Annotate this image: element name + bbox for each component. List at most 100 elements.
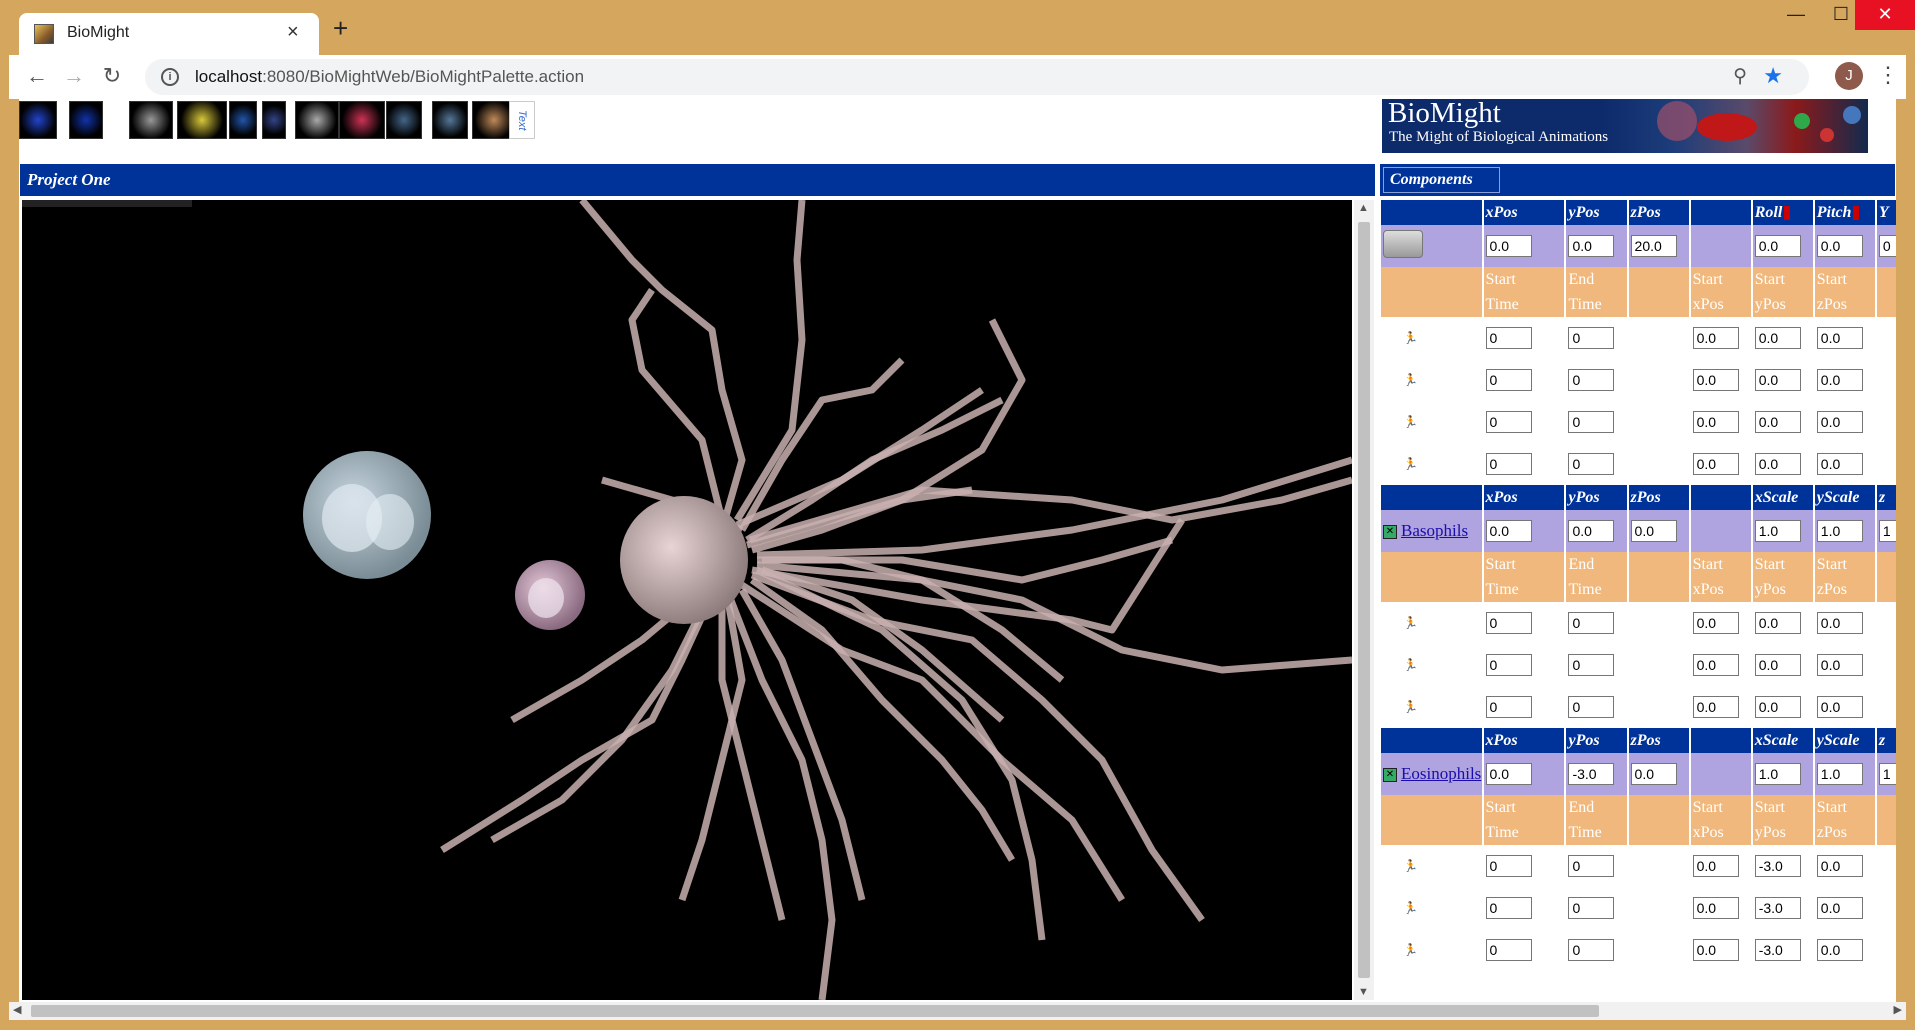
value-input[interactable] bbox=[1485, 235, 1532, 257]
start-ypos-input[interactable] bbox=[1754, 612, 1801, 634]
palette-tissue-icon[interactable] bbox=[386, 101, 422, 139]
scrollbar-thumb[interactable] bbox=[1358, 222, 1370, 978]
tab-close-icon[interactable]: × bbox=[287, 21, 299, 44]
palette-column-icon[interactable] bbox=[262, 101, 286, 139]
value-input[interactable] bbox=[1568, 520, 1615, 542]
start-time-input[interactable] bbox=[1485, 897, 1532, 919]
end-time-input[interactable] bbox=[1568, 327, 1615, 349]
start-xpos-input[interactable] bbox=[1692, 612, 1739, 634]
palette-dots-icon[interactable] bbox=[229, 101, 257, 139]
end-time-input[interactable] bbox=[1568, 696, 1615, 718]
start-zpos-input[interactable] bbox=[1816, 411, 1863, 433]
info-icon[interactable]: i bbox=[161, 68, 179, 86]
palette-squares-icon[interactable] bbox=[339, 101, 385, 139]
end-time-input[interactable] bbox=[1568, 939, 1615, 961]
zoom-icon[interactable]: ⚲ bbox=[1733, 65, 1747, 88]
start-time-input[interactable] bbox=[1485, 939, 1532, 961]
palette-sphere-icon[interactable] bbox=[295, 101, 339, 139]
component-link-basophils[interactable]: Basophils bbox=[1401, 521, 1468, 540]
start-xpos-input[interactable] bbox=[1692, 327, 1739, 349]
scroll-up-icon[interactable]: ▲ bbox=[1358, 202, 1369, 214]
palette-blue-molecule-icon[interactable] bbox=[69, 101, 103, 139]
value-input[interactable] bbox=[1878, 763, 1896, 785]
end-time-input[interactable] bbox=[1568, 411, 1615, 433]
url-text[interactable]: localhost:8080/BioMightWeb/BioMightPalet… bbox=[195, 67, 584, 87]
start-xpos-input[interactable] bbox=[1692, 369, 1739, 391]
palette-cell-icon[interactable] bbox=[177, 101, 227, 139]
start-xpos-input[interactable] bbox=[1692, 897, 1739, 919]
kebab-menu-icon[interactable]: ⋮ bbox=[1877, 62, 1899, 88]
back-arrow-icon[interactable]: ← bbox=[22, 63, 52, 89]
runner-icon[interactable]: 🏃 bbox=[1383, 901, 1418, 915]
runner-icon[interactable]: 🏃 bbox=[1383, 457, 1418, 471]
start-time-input[interactable] bbox=[1485, 369, 1532, 391]
flag-icon[interactable] bbox=[1853, 205, 1860, 220]
start-zpos-input[interactable] bbox=[1816, 453, 1863, 475]
component-checkbox[interactable]: ✕ bbox=[1383, 525, 1397, 540]
value-input[interactable] bbox=[1878, 520, 1896, 542]
start-ypos-input[interactable] bbox=[1754, 369, 1801, 391]
value-input[interactable] bbox=[1568, 763, 1615, 785]
start-zpos-input[interactable] bbox=[1816, 939, 1863, 961]
start-zpos-input[interactable] bbox=[1816, 855, 1863, 877]
runner-icon[interactable]: 🏃 bbox=[1383, 700, 1418, 714]
h-scrollbar-thumb[interactable] bbox=[31, 1005, 1599, 1017]
end-time-input[interactable] bbox=[1568, 369, 1615, 391]
start-time-input[interactable] bbox=[1485, 327, 1532, 349]
minimize-button[interactable]: — bbox=[1773, 0, 1819, 30]
scene-vertical-scrollbar[interactable]: ▲ ▼ bbox=[1354, 200, 1374, 1000]
value-input[interactable] bbox=[1816, 763, 1863, 785]
3d-scene-canvas[interactable] bbox=[22, 200, 1352, 1000]
start-xpos-input[interactable] bbox=[1692, 939, 1739, 961]
start-time-input[interactable] bbox=[1485, 696, 1532, 718]
tab-biomight[interactable]: BioMight × bbox=[19, 13, 319, 55]
start-time-input[interactable] bbox=[1485, 411, 1532, 433]
start-ypos-input[interactable] bbox=[1754, 654, 1801, 676]
value-input[interactable] bbox=[1630, 520, 1677, 542]
end-time-input[interactable] bbox=[1568, 612, 1615, 634]
start-zpos-input[interactable] bbox=[1816, 654, 1863, 676]
start-xpos-input[interactable] bbox=[1692, 654, 1739, 676]
page-horizontal-scrollbar[interactable]: ◀ ▶ bbox=[9, 1002, 1906, 1020]
value-input[interactable] bbox=[1568, 235, 1615, 257]
component-checkbox[interactable]: ✕ bbox=[1383, 768, 1397, 783]
scroll-right-icon[interactable]: ▶ bbox=[1894, 1003, 1902, 1016]
start-ypos-input[interactable] bbox=[1754, 411, 1801, 433]
palette-molecule-chain-icon[interactable] bbox=[19, 101, 57, 139]
scroll-left-icon[interactable]: ◀ bbox=[13, 1003, 21, 1016]
start-zpos-input[interactable] bbox=[1816, 327, 1863, 349]
start-xpos-input[interactable] bbox=[1692, 453, 1739, 475]
value-input[interactable] bbox=[1878, 235, 1896, 257]
start-ypos-input[interactable] bbox=[1754, 696, 1801, 718]
flag-icon[interactable] bbox=[1784, 205, 1791, 220]
start-time-input[interactable] bbox=[1485, 855, 1532, 877]
end-time-input[interactable] bbox=[1568, 654, 1615, 676]
start-ypos-input[interactable] bbox=[1754, 327, 1801, 349]
value-input[interactable] bbox=[1816, 235, 1863, 257]
value-input[interactable] bbox=[1754, 235, 1801, 257]
value-input[interactable] bbox=[1754, 520, 1801, 542]
value-input[interactable] bbox=[1630, 763, 1677, 785]
start-zpos-input[interactable] bbox=[1816, 369, 1863, 391]
runner-icon[interactable]: 🏃 bbox=[1383, 658, 1418, 672]
start-zpos-input[interactable] bbox=[1816, 897, 1863, 919]
text-tool-icon[interactable]: Text bbox=[509, 101, 535, 139]
value-input[interactable] bbox=[1485, 520, 1532, 542]
camera-icon[interactable] bbox=[1383, 229, 1423, 258]
start-ypos-input[interactable] bbox=[1754, 939, 1801, 961]
runner-icon[interactable]: 🏃 bbox=[1383, 331, 1418, 345]
runner-icon[interactable]: 🏃 bbox=[1383, 415, 1418, 429]
component-link-eosinophils[interactable]: Eosinophils bbox=[1401, 764, 1481, 783]
address-bar[interactable]: i localhost:8080/BioMightWeb/BioMightPal… bbox=[145, 59, 1809, 95]
start-zpos-input[interactable] bbox=[1816, 696, 1863, 718]
start-time-input[interactable] bbox=[1485, 453, 1532, 475]
start-xpos-input[interactable] bbox=[1692, 411, 1739, 433]
start-ypos-input[interactable] bbox=[1754, 897, 1801, 919]
runner-icon[interactable]: 🏃 bbox=[1383, 943, 1418, 957]
value-input[interactable] bbox=[1485, 763, 1532, 785]
start-time-input[interactable] bbox=[1485, 654, 1532, 676]
scroll-down-icon[interactable]: ▼ bbox=[1358, 986, 1369, 998]
runner-icon[interactable]: 🏃 bbox=[1383, 373, 1418, 387]
close-window-button[interactable]: ✕ bbox=[1855, 0, 1915, 30]
start-zpos-input[interactable] bbox=[1816, 612, 1863, 634]
